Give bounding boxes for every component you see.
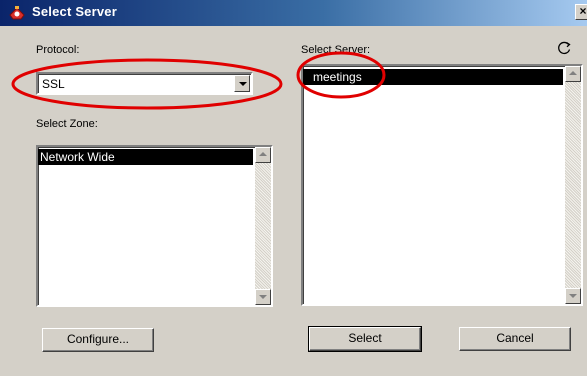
protocol-selected-value: SSL <box>42 77 65 91</box>
server-list-item[interactable]: meetings <box>303 69 563 85</box>
refresh-icon[interactable] <box>556 40 572 56</box>
scroll-up-icon[interactable] <box>565 66 581 82</box>
app-icon <box>9 6 25 20</box>
zone-label: Select Zone: <box>36 118 98 130</box>
protocol-label: Protocol: <box>36 44 80 56</box>
protocol-dropdown[interactable]: SSL <box>36 72 253 95</box>
server-label: Select Server: <box>301 44 371 56</box>
scroll-down-icon[interactable] <box>565 288 581 304</box>
server-scrollbar[interactable] <box>565 66 581 304</box>
zone-list-item[interactable]: Network Wide <box>38 149 253 165</box>
close-icon[interactable]: × <box>575 4 587 20</box>
configure-button[interactable]: Configure... <box>42 328 154 352</box>
server-listbox[interactable]: meetings <box>301 64 583 306</box>
scroll-up-icon[interactable] <box>255 147 271 163</box>
select-server-dialog: Select Server × Protocol: SSL Select Zon… <box>0 0 587 376</box>
zone-listbox[interactable]: Network Wide <box>36 145 273 307</box>
select-button[interactable]: Select <box>308 326 422 352</box>
title-bar[interactable]: Select Server × <box>0 0 587 26</box>
zone-scrollbar[interactable] <box>255 147 271 305</box>
window-title: Select Server <box>32 4 117 19</box>
chevron-down-icon[interactable] <box>234 75 250 92</box>
cancel-button[interactable]: Cancel <box>459 327 571 351</box>
scroll-down-icon[interactable] <box>255 289 271 305</box>
